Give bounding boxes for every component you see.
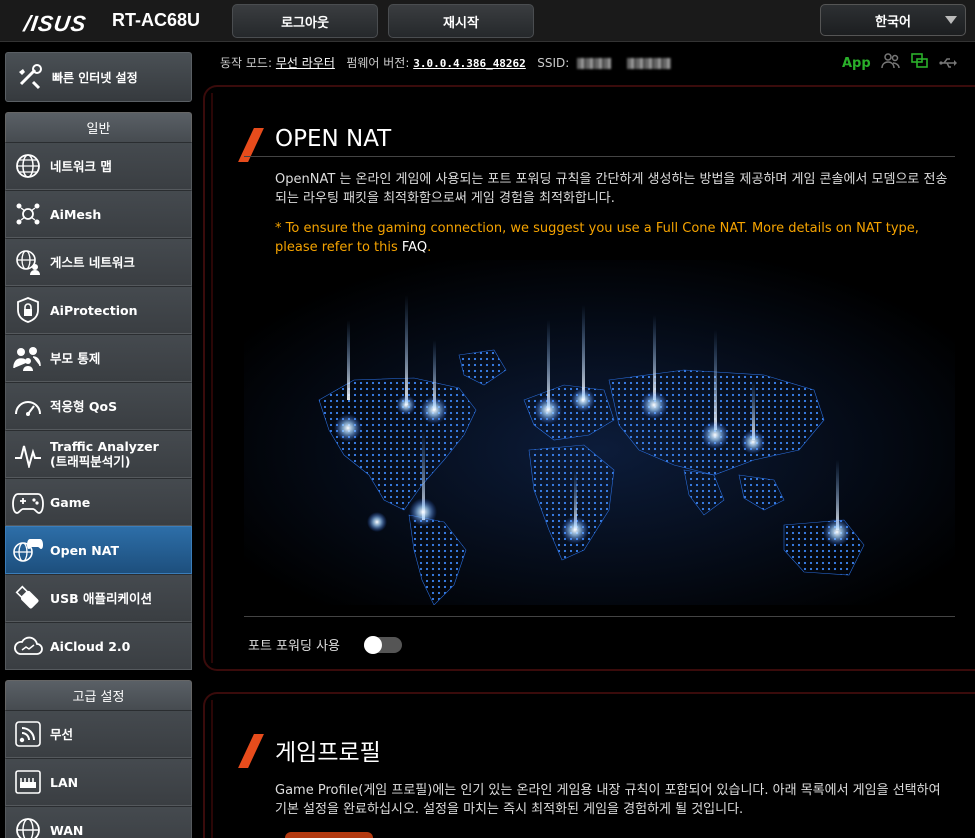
sidebar-item-parental-control[interactable]: 부모 통제 (5, 334, 192, 382)
top-bar: /ISUS RT-AC68U 로그아웃 재시작 한국어 (0, 0, 975, 42)
sidebar-item-traffic-analyzer[interactable]: Traffic Analyzer (트래픽분석기) (5, 430, 192, 478)
sidebar-item-aiprotection[interactable]: AiProtection (5, 286, 192, 334)
sidebar-item-label: Traffic Analyzer (50, 439, 159, 454)
sidebar-item-usb-application[interactable]: USB 애플리케이션 (5, 574, 192, 622)
wan-icon (12, 814, 44, 838)
sidebar-item-label: Game (50, 494, 91, 510)
quick-internet-setup[interactable]: 빠른 인터넷 설정 (5, 52, 192, 102)
toggle-knob (364, 635, 382, 654)
asus-logo: /ISUS (22, 11, 89, 36)
reboot-button[interactable]: 재시작 (388, 4, 534, 38)
usb-icon (12, 582, 44, 614)
quick-setup-icon (14, 61, 46, 93)
sidebar-item-wireless[interactable]: 무선 (5, 710, 192, 758)
sidebar-item-lan[interactable]: LAN (5, 758, 192, 806)
world-map-illustration (244, 260, 955, 605)
page-title: OPEN NAT (275, 126, 392, 152)
family-icon (12, 342, 44, 374)
logout-button[interactable]: 로그아웃 (232, 4, 378, 38)
sidebar-item-label: AiProtection (50, 302, 138, 318)
nat-note-end: . (427, 240, 432, 255)
sidebar-item-label: WAN (50, 822, 84, 838)
mode-link[interactable]: 무선 라우터 (276, 56, 335, 70)
ssid-redacted (577, 58, 612, 69)
guest-network-icon (12, 246, 44, 278)
firmware-link[interactable]: 3.0.0.4.386_48262 (413, 57, 526, 70)
nat-type-note: * To ensure the gaming connection, we su… (275, 219, 955, 257)
quick-setup-label: 빠른 인터넷 설정 (52, 70, 138, 85)
sidebar-item-label-group: Traffic Analyzer (트래픽분석기) (50, 439, 159, 469)
app-link[interactable]: App (842, 56, 871, 71)
usb-status-icon[interactable] (939, 54, 957, 73)
sidebar-item-aicloud[interactable]: AiCloud 2.0 (5, 622, 192, 670)
mode-label: 동작 모드: (220, 56, 273, 70)
sidebar-item-label: AiCloud 2.0 (50, 638, 131, 654)
sidebar-item-label: AiMesh (50, 206, 102, 222)
port-forwarding-toggle[interactable] (364, 635, 402, 654)
lan-icon (12, 766, 44, 798)
cloud-icon (12, 630, 44, 662)
wireless-icon (12, 718, 44, 750)
clients-icon[interactable] (880, 53, 901, 73)
language-select[interactable]: 한국어 (820, 4, 966, 36)
firmware-label: 펌웨어 버전: (346, 56, 410, 70)
sidebar-item-game[interactable]: Game (5, 478, 192, 526)
gamepad-icon (12, 486, 44, 518)
sidebar: 빠른 인터넷 설정 일반 네트워크 맵 AiMesh 게스트 네트워크 AiPr… (5, 52, 192, 838)
sidebar-item-adaptive-qos[interactable]: 적응형 QoS (5, 382, 192, 430)
ssid-label: SSID: (537, 56, 570, 70)
open-nat-description: OpenNAT 는 온라인 게임에 사용되는 포트 포워딩 규칙을 간단하게 생… (275, 172, 948, 206)
globe-network-icon (12, 150, 44, 182)
shield-lock-icon (12, 294, 44, 326)
sidebar-item-network-map[interactable]: 네트워크 맵 (5, 142, 192, 190)
sidebar-item-open-nat[interactable]: Open NAT (5, 526, 192, 574)
speedometer-icon (12, 390, 44, 422)
sidebar-item-sublabel: (트래픽분석기) (50, 454, 131, 469)
sidebar-item-label: 무선 (50, 726, 74, 742)
port-forwarding-label: 포트 포워딩 사용 (248, 639, 340, 654)
sidebar-item-label: 적응형 QoS (50, 398, 118, 414)
advanced-header: 고급 설정 (5, 680, 192, 710)
status-icons: App (842, 53, 957, 73)
game-profile-description: Game Profile(게임 프로필)에는 인기 있는 온라인 게임용 내장 … (275, 783, 941, 817)
mesh-icon (12, 198, 44, 230)
sidebar-item-label: 게스트 네트워크 (50, 254, 135, 270)
sidebar-item-label: USB 애플리케이션 (50, 590, 153, 606)
port-forwarding-row: 포트 포워딩 사용 (248, 635, 402, 654)
ssid-redacted-5g (626, 58, 671, 69)
status-line: 동작 모드: 무선 라우터 펌웨어 버전: 3.0.0.4.386_48262 … (220, 54, 671, 71)
router-model: RT-AC68U (112, 10, 201, 30)
game-profile-action-button[interactable] (285, 832, 373, 838)
nat-note-text: * To ensure the gaming connection, we su… (275, 221, 919, 255)
traffic-analyzer-icon (12, 438, 44, 470)
sidebar-item-aimesh[interactable]: AiMesh (5, 190, 192, 238)
section-title: 게임프로필 (275, 740, 381, 766)
open-nat-icon (12, 534, 44, 566)
sidebar-item-label: 부모 통제 (50, 350, 101, 366)
sidebar-item-label: Open NAT (50, 542, 119, 558)
sidebar-item-guest-network[interactable]: 게스트 네트워크 (5, 238, 192, 286)
language-value: 한국어 (875, 14, 911, 30)
faq-link[interactable]: FAQ (402, 240, 427, 255)
network-status-icon[interactable] (910, 53, 929, 73)
sidebar-item-label: 네트워크 맵 (50, 158, 112, 174)
chevron-down-icon (945, 16, 957, 24)
sidebar-item-label: LAN (50, 774, 79, 790)
general-header: 일반 (5, 112, 192, 142)
sidebar-item-wan[interactable]: WAN (5, 806, 192, 838)
title-divider (244, 156, 955, 157)
toggle-divider (244, 616, 955, 617)
